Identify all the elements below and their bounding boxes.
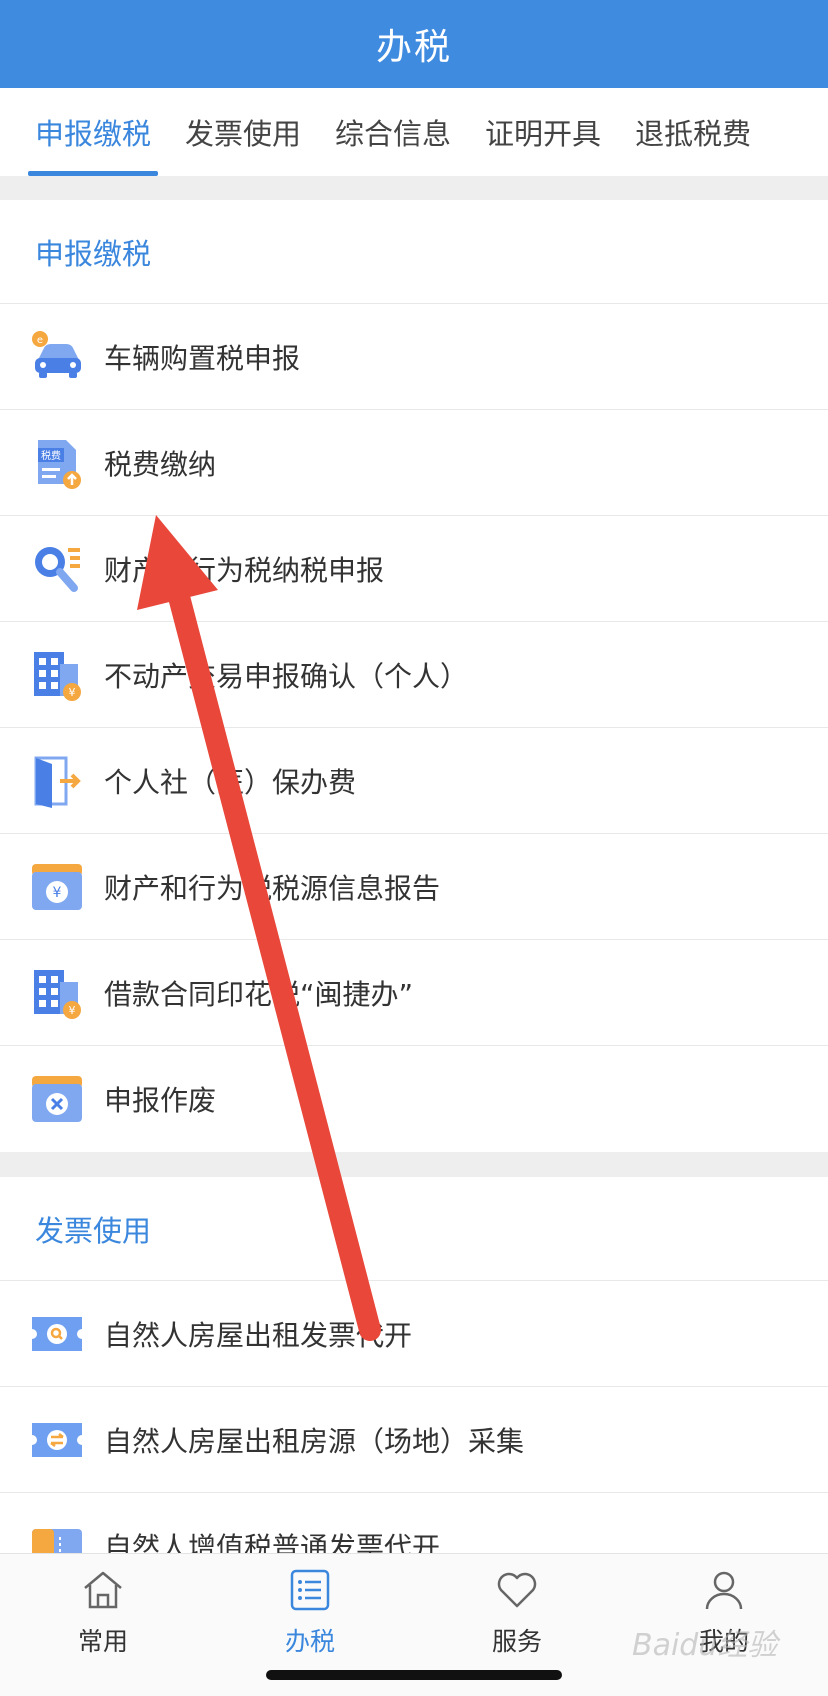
section-title: 申报缴税 [0,200,828,304]
list-item-label: 车辆购置税申报 [104,341,301,375]
tabbar-item-common[interactable]: 常用 [43,1568,163,1658]
list-item[interactable]: 申报作废 [0,1046,828,1152]
browser-cancel-icon [30,1072,84,1126]
section-declare-pay: 申报缴税 e 车辆购置税申报 税费 税费缴纳 财产和行为税纳税申报 ¥ 不动产交… [0,200,828,1152]
browser-yen-icon: ¥ [30,860,84,914]
list-item[interactable]: ¥ 借款合同印花税“闽捷办” [0,940,828,1046]
list-item[interactable]: 自然人房屋出租房源（场地）采集 [0,1387,828,1493]
tab-declare-pay[interactable]: 申报缴税 [27,88,159,176]
invoice-icon [30,1519,84,1553]
list-item[interactable]: 自然人房屋出租发票代开 [0,1281,828,1387]
category-tabs: 申报缴税 发票使用 综合信息 证明开具 退抵税费 [0,88,828,176]
ticket-exchange-icon [30,1413,84,1467]
list-item[interactable]: 财产和行为税纳税申报 [0,516,828,622]
car-icon: e [30,330,84,384]
tabbar-label: 服务 [491,1627,542,1656]
list-icon [288,1568,332,1616]
door-exit-icon [30,754,84,808]
list-item[interactable]: ¥ 财产和行为税税源信息报告 [0,834,828,940]
list-item-label: 税费缴纳 [104,447,217,481]
list-item-label: 财产和行为税纳税申报 [104,553,385,587]
svg-text:¥: ¥ [69,1004,76,1017]
tax-payment-icon: 税费 [30,436,84,490]
tabbar-label: 办税 [284,1627,335,1656]
tabbar-item-tax[interactable]: 办税 [250,1568,370,1658]
tab-invoice[interactable]: 发票使用 [185,88,301,176]
home-indicator [266,1670,562,1680]
tab-certificate[interactable]: 证明开具 [485,88,601,176]
search-list-icon [30,542,84,596]
list-item-label: 申报作废 [104,1084,217,1117]
tabbar-item-service[interactable]: 服务 [457,1568,577,1658]
svg-text:¥: ¥ [69,686,76,699]
list-item-label: 财产和行为税税源信息报告 [104,871,441,905]
list-item-label: 个人社（医）保办费 [104,765,357,799]
tabbar-label: 常用 [77,1627,128,1656]
ticket-search-icon [30,1307,84,1361]
tab-refund[interactable]: 退抵税费 [635,88,751,176]
list-item[interactable]: e 车辆购置税申报 [0,304,828,410]
list-item[interactable]: 税费 税费缴纳 [0,410,828,516]
svg-text:税费: 税费 [41,449,61,462]
list-item-label: 自然人房屋出租房源（场地）采集 [104,1424,525,1458]
building-yen-icon: ¥ [30,648,84,702]
list-item-label: 不动产交易申报确认（个人） [104,659,469,693]
app-header: 办税 [0,0,828,88]
list-item-label: 自然人房屋出租发票代开 [104,1318,413,1352]
user-icon [702,1568,746,1616]
section-invoice: 发票使用 自然人房屋出租发票代开 自然人房屋出租房源（场地）采集 自然人增值税普… [0,1177,828,1553]
section-title: 发票使用 [0,1177,828,1281]
svg-text:e: e [37,335,43,346]
home-icon [81,1568,125,1616]
list-item[interactable]: ¥ 不动产交易申报确认（个人） [0,622,828,728]
watermark: Baidu经验 [632,1628,778,1663]
svg-text:¥: ¥ [53,885,62,901]
heart-icon [495,1568,539,1616]
building-yen-icon: ¥ [30,966,84,1020]
tab-general-info[interactable]: 综合信息 [335,88,451,176]
list-item[interactable]: 自然人增值税普通发票代开 [0,1493,828,1553]
list-item-label: 自然人增值税普通发票代开 [104,1530,441,1554]
list-item-label: 借款合同印花税“闽捷办” [104,977,414,1011]
page-title: 办税 [375,27,452,68]
list-item[interactable]: 个人社（医）保办费 [0,728,828,834]
